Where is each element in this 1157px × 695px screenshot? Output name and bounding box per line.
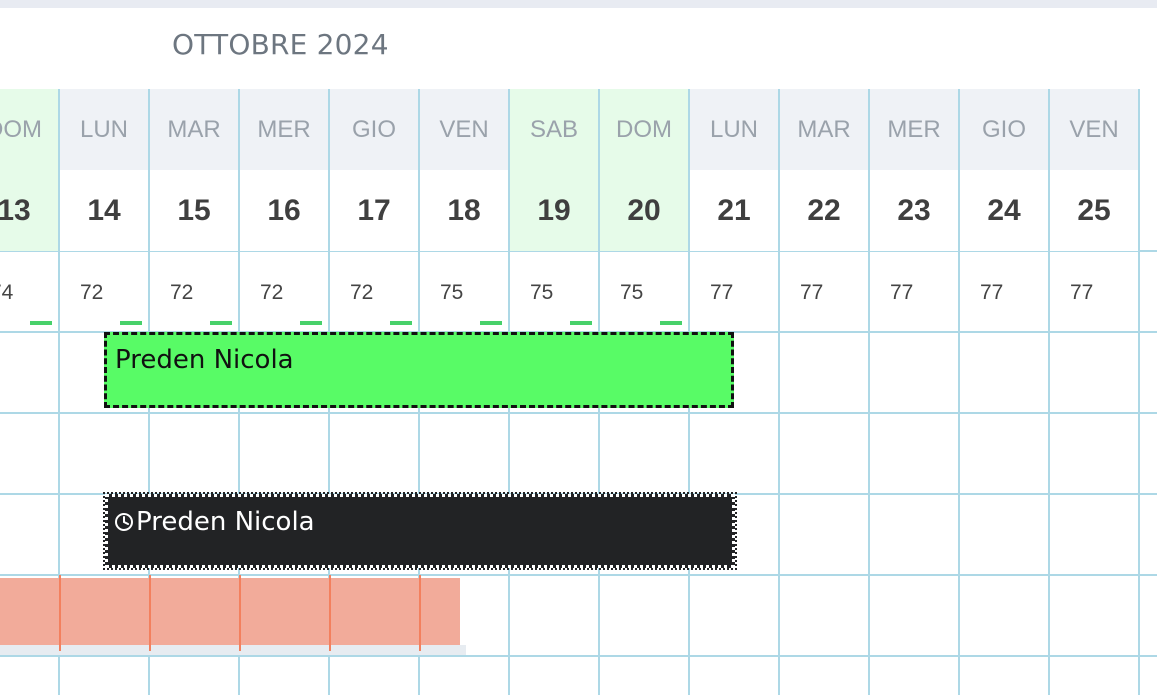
capacity-value: 74 <box>0 281 14 304</box>
day-number[interactable]: 14 <box>60 170 148 251</box>
day-number[interactable]: 19 <box>510 170 598 251</box>
day-name: MER <box>870 89 958 170</box>
event-divider <box>239 575 241 651</box>
day-number[interactable]: 20 <box>600 170 688 251</box>
day-name: MER <box>240 89 328 170</box>
day-column: MER 23 77 <box>870 89 960 695</box>
event-label: Preden Nicola <box>115 345 294 375</box>
month-title: OTTOBRE 2024 <box>172 28 389 61</box>
top-bar <box>0 0 1157 8</box>
event-shadow <box>0 645 466 655</box>
day-column: GIO 24 77 <box>960 89 1050 695</box>
grid-line <box>1138 89 1140 695</box>
event-bar-salmon[interactable] <box>0 578 460 647</box>
day-name: MAR <box>150 89 238 170</box>
event-divider <box>59 575 61 651</box>
day-name: GIO <box>960 89 1048 170</box>
day-name: LUN <box>690 89 778 170</box>
capacity-value: 72 <box>260 281 284 304</box>
day-number[interactable]: 16 <box>240 170 328 251</box>
day-number[interactable]: 22 <box>780 170 868 251</box>
day-name: DOM <box>600 89 688 170</box>
clock-icon <box>115 513 133 531</box>
day-column: VEN 25 77 <box>1050 89 1140 695</box>
capacity-mark <box>480 321 502 325</box>
day-name: LUN <box>60 89 148 170</box>
day-number[interactable]: 25 <box>1050 170 1138 251</box>
capacity-value: 77 <box>800 281 824 304</box>
capacity-value: 77 <box>890 281 914 304</box>
day-number[interactable]: 24 <box>960 170 1048 251</box>
capacity-value: 75 <box>530 281 554 304</box>
day-number[interactable]: 15 <box>150 170 238 251</box>
capacity-mark <box>660 321 682 325</box>
capacity-mark <box>210 321 232 325</box>
event-label: Preden Nicola <box>136 507 315 537</box>
event-bar-preden-nicola-pending[interactable]: Preden Nicola <box>103 492 737 570</box>
day-number[interactable]: 21 <box>690 170 778 251</box>
capacity-value: 77 <box>1070 281 1094 304</box>
day-name: VEN <box>420 89 508 170</box>
day-name: DOM <box>0 89 58 170</box>
day-name: MAR <box>780 89 868 170</box>
day-number[interactable]: 23 <box>870 170 958 251</box>
capacity-value: 75 <box>440 281 464 304</box>
capacity-value: 77 <box>980 281 1004 304</box>
event-bar-preden-nicola[interactable]: Preden Nicola <box>104 332 734 408</box>
day-number[interactable]: 18 <box>420 170 508 251</box>
day-name: GIO <box>330 89 418 170</box>
capacity-value: 72 <box>80 281 104 304</box>
event-divider <box>419 575 421 651</box>
capacity-mark <box>30 321 52 325</box>
capacity-value: 72 <box>350 281 374 304</box>
capacity-mark <box>570 321 592 325</box>
day-name: VEN <box>1050 89 1138 170</box>
capacity-value: 75 <box>620 281 644 304</box>
capacity-mark <box>390 321 412 325</box>
event-divider <box>329 575 331 651</box>
capacity-mark <box>300 321 322 325</box>
capacity-value: 72 <box>170 281 194 304</box>
capacity-mark <box>120 321 142 325</box>
day-number[interactable]: 13 <box>0 170 58 251</box>
day-number[interactable]: 17 <box>330 170 418 251</box>
day-name: SAB <box>510 89 598 170</box>
day-column: MAR 22 77 <box>780 89 870 695</box>
capacity-value: 77 <box>710 281 734 304</box>
event-divider <box>149 575 151 651</box>
